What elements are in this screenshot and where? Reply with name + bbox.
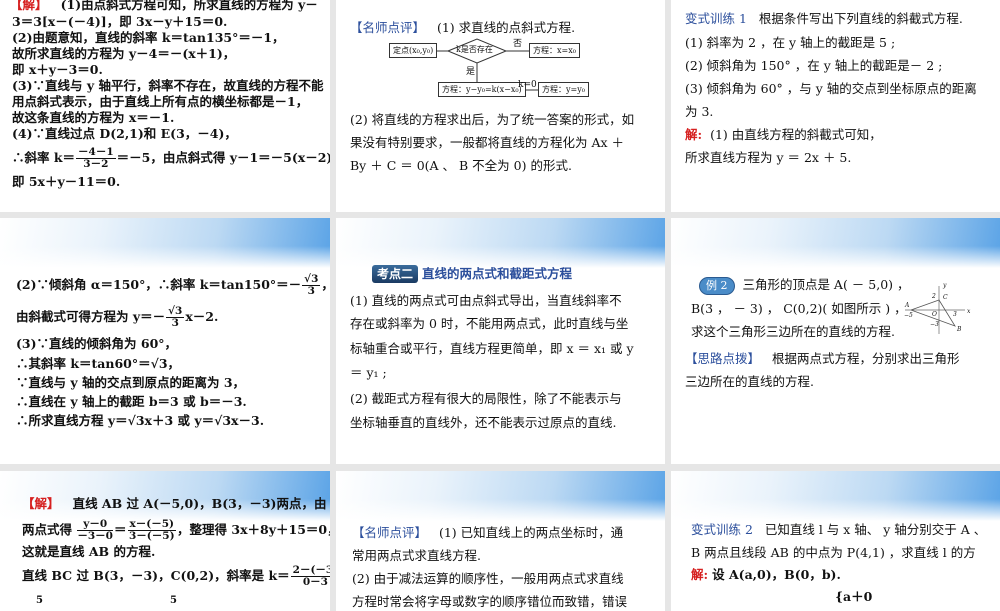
teacher-comment-tag: 【名师点评】 [352, 525, 428, 540]
flow-decision: k是否存在 [456, 45, 493, 54]
slide-2[interactable]: 【名师点评】 (1) 求直线的点斜式方程. 定点(x₀,y₀) k是否存在 否 … [336, 0, 665, 212]
slide-header-banner [336, 471, 665, 521]
exercise-title: 变式训练 2 [691, 522, 753, 537]
slide-9[interactable]: 变式训练 2 已知直线 l 与 x 轴、 y 轴分别交于 A 、 B 两点且线段… [671, 471, 1000, 611]
text-line: 为 3. [685, 104, 714, 119]
slide-header-banner [671, 471, 1000, 521]
text-line: ∴所求直线方程 y＝√3x＋3 或 y＝√3x－3. [16, 413, 265, 428]
text-line: ∵直线与 y 轴的交点到原点的距离为 3， [16, 375, 246, 390]
slide-header-banner [336, 218, 665, 268]
text-line: (2) 由于减法运算的顺序性，一般用两点式求直线 [352, 571, 624, 586]
text-line: (1) 直线的两点式可由点斜式导出，当直线斜率不 [350, 293, 622, 308]
flow-no-result: 方程：x=x₀ [529, 43, 580, 58]
text-line: (2)∵倾斜角 α＝150°，∴斜率 k＝tan150°＝－ [16, 277, 302, 292]
text-line: 设 A(a,0)，B(0，b). [712, 567, 841, 582]
fraction: y－0 －3－0 [77, 518, 113, 542]
text-line: 直线 AB 过 A(－5,0)，B(3，－3)两点，由 [72, 496, 327, 511]
text-line: 3＝3[x－(－4)]，即 3x－y＋15＝0. [12, 14, 228, 29]
text-line: 标轴重合或平行，直线方程更简单，即 x ＝ x₁ 或 y [350, 341, 634, 356]
section-heading: 直线的两点式和截距式方程 [422, 266, 573, 281]
fraction: 2－(－3)0－3 [290, 565, 330, 588]
flow-k0-result: 方程：y=y₀ [538, 82, 589, 97]
text-line: (1) 斜率为 2 ，在 y 轴上的截距是 5 ; [685, 35, 896, 50]
slide-4[interactable]: (2)∵倾斜角 α＝150°，∴斜率 k＝tan150°＝－√33， 由斜截式可… [0, 218, 330, 464]
fraction: x－(－5) 3－(－5) [127, 518, 177, 542]
text-line: (3)∵直线与 y 轴平行，斜率不存在，故直线的方程不能 [12, 78, 324, 93]
text-line: 5 [36, 595, 43, 606]
hint-tag: 【思路点拨】 [685, 351, 761, 366]
fraction: √3 3 [166, 305, 185, 329]
text-line: 根据两点式方程，分别求出三角形 [771, 351, 960, 366]
text-line: (1) 已知直线上的两点坐标时，通 [438, 525, 624, 540]
text-line: 即 5x＋y－11＝0. [12, 174, 121, 189]
slide-1[interactable]: 【解】 (1)由点斜式方程可知，所求直线的方程为 y－ 3＝3[x－(－4)]，… [0, 0, 330, 212]
text-line: (3) 倾斜角为 60° ，与 y 轴的交点到坐标原点的距离 [685, 81, 977, 96]
triangle-figure: y x A B C O −5 3 2 −3 [904, 282, 971, 334]
text-line: 存在或斜率为 0 时，不能用两点式，此时直线与坐 [350, 316, 629, 331]
text-line: (1)由点斜式方程可知，所求直线的方程为 y－ [60, 0, 318, 12]
text-line: 方程时常会将字母或数字的顺序错位而致错，错误 [352, 594, 628, 609]
solution-label: 解: [685, 127, 703, 142]
text-line: 根据条件写出下列直线的斜截式方程. [758, 11, 963, 26]
solution-tag: 【解】 [10, 0, 48, 12]
exercise-title: 变式训练 1 [685, 11, 747, 26]
slide-7[interactable]: 【解】 直线 AB 过 A(－5,0)，B(3，－3)两点，由 两点式得 y－0… [0, 471, 330, 611]
fraction: －4－1 3－2 [76, 146, 116, 170]
text-line: 已知直线 l 与 x 轴、 y 轴分别交于 A 、 [764, 522, 987, 537]
text-line: 坐标轴垂直的直线外，还不能表示过原点的直线. [350, 415, 617, 430]
text-line: (2)由题意知，直线的斜率 k＝tan135°＝－1， [12, 30, 285, 45]
text-line: 果没有特别要求，一般都将直线的方程化为 Ax ＋ [350, 135, 625, 150]
flow-yes-result: 方程：y−y₀=k(x−x₀) [438, 82, 526, 97]
text-line: B 两点且线段 AB 的中点为 P(4,1) ，求直线 l 的方 [691, 545, 976, 560]
text-line: (1) 由直线方程的斜截式可知， [710, 127, 882, 142]
section-badge: 考点二 [372, 265, 419, 283]
slide-header-banner [0, 218, 330, 268]
text-line: 所求直线方程为 y ＝ 2x ＋ 5. [685, 150, 852, 165]
slide-6[interactable]: 例 2 三角形的顶点是 A( － 5,0) ， B(3 ， － 3) ， C(0… [671, 218, 1000, 464]
slide-3[interactable]: 变式训练 1 根据条件写出下列直线的斜截式方程. (1) 斜率为 2 ，在 y … [671, 0, 1000, 212]
fraction: √3 3 [302, 273, 321, 297]
text-line: ∴斜率 k＝ [12, 150, 76, 165]
flow-k0-label: k=0 [518, 80, 537, 90]
text-line: 三边所在的直线的方程. [685, 374, 814, 389]
text-line: ∴其斜率 k＝tan60°＝√3， [16, 356, 181, 371]
text-line: 三角形的顶点是 A( － 5,0) ， [742, 277, 910, 292]
text-line: (3)∵直线的倾斜角为 60°， [16, 336, 178, 351]
solution-label: 解: [691, 567, 709, 582]
example-badge: 例 2 [699, 277, 735, 295]
text-line: ∴直线在 y 轴上的截距 b＝3 或 b＝－3. [16, 394, 247, 409]
text-line: (4)∵直线过点 D(2,1)和 E(3，－4)， [12, 126, 237, 141]
text-line: (2) 将直线的方程求出后，为了统一答案的形式，如 [350, 112, 635, 127]
text-line: ＝－5，由点斜式得 y－1＝－5(x－2)， [116, 150, 330, 165]
text-line: 5 [170, 595, 177, 606]
text-line: {a＋0 [835, 589, 873, 604]
text-line: 故所求直线的方程为 y－4＝－(x＋1)， [12, 46, 236, 61]
slide-header-banner [671, 218, 1000, 268]
text-line: ，整理得 3x＋8y＋15＝0， [177, 522, 330, 537]
text-line: By ＋ C ＝ 0(A 、 B 不全为 0) 的形式. [350, 158, 572, 173]
text-line: 两点式得 [22, 522, 73, 537]
text-line: 故这条直线的方程为 x＝－1. [12, 110, 175, 125]
solution-tag: 【解】 [22, 496, 60, 511]
text-line: (2) 倾斜角为 150° ，在 y 轴上的截距是－ 2 ; [685, 58, 943, 73]
slide-8[interactable]: 【名师点评】 (1) 已知直线上的两点坐标时，通 常用两点式求直线方程. (2)… [336, 471, 665, 611]
text-line: 由斜截式可得方程为 y＝－ [16, 309, 166, 324]
text-line: B(3 ， － 3) ， C(0,2)( 如图所示 ) ， [691, 301, 907, 316]
text-line: 常用两点式求直线方程. [352, 548, 481, 563]
text-line: 这就是直线 AB 的方程. [22, 544, 156, 559]
text-line: (2) 截距式方程有很大的局限性，除了不能表示与 [350, 391, 622, 406]
slide-5[interactable]: 考点二 直线的两点式和截距式方程 (1) 直线的两点式可由点斜式导出，当直线斜率… [336, 218, 665, 464]
text-line: 即 x＋y－3＝0. [12, 62, 103, 77]
text-line: 直线 BC 过 B(3，－3)，C(0,2)，斜率是 k＝ [22, 568, 290, 583]
flow-no-label: 否 [513, 39, 523, 49]
text-line: 求这个三角形三边所在的直线的方程. [691, 324, 895, 339]
text-line: ＝ y₁ ; [350, 365, 387, 380]
flow-yes-label: 是 [466, 67, 476, 77]
text-line: 用点斜式表示，由于直线上所有点的横坐标都是－1， [12, 94, 309, 109]
